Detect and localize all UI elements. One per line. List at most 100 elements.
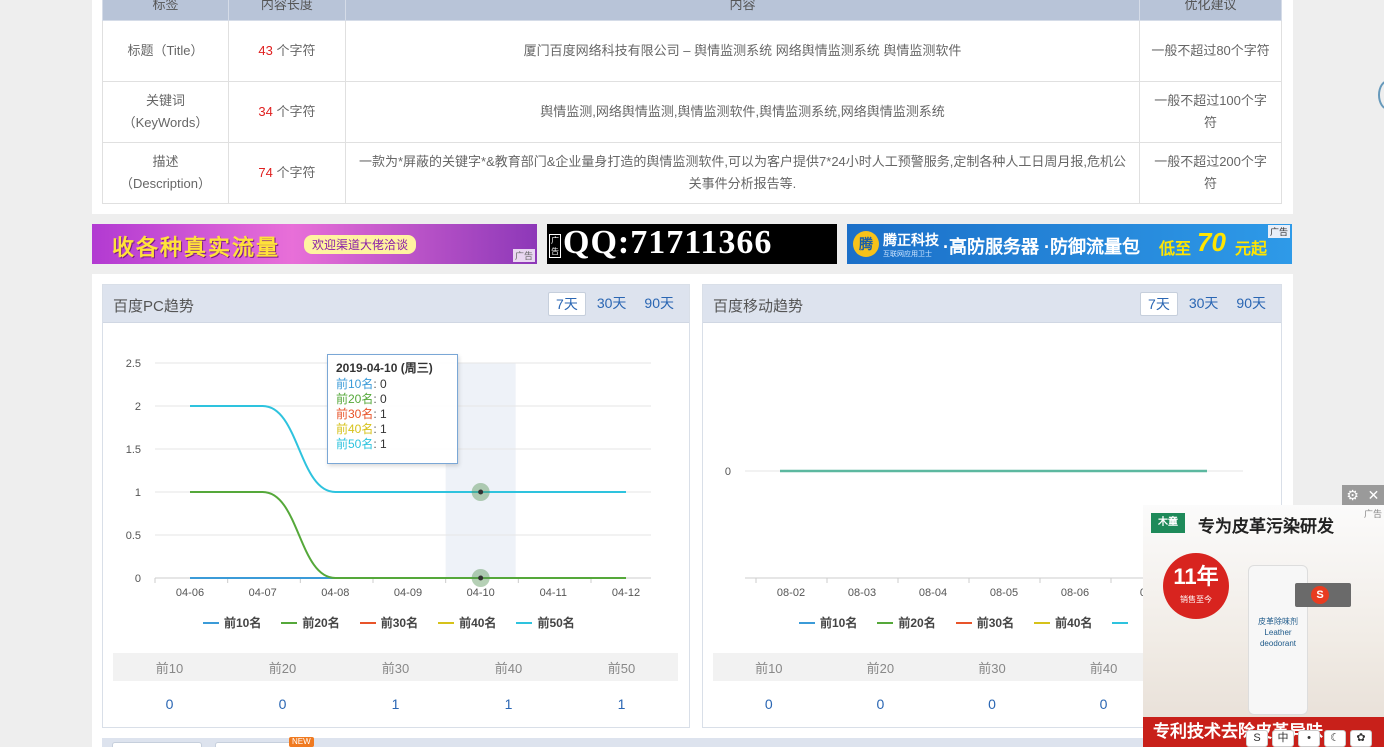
tooltip-series-name: 前20名 (336, 392, 374, 406)
stat-header: 前10 (155, 660, 184, 676)
panel-header: 百度移动趋势 7天 30天 90天 (703, 285, 1281, 323)
tab-30d[interactable]: 30天 (590, 292, 634, 316)
ime-skin-icon[interactable]: ✿ (1350, 730, 1372, 747)
ad-brand: 腾正科技 (883, 232, 939, 248)
tab-30d[interactable]: 30天 (1182, 292, 1226, 316)
row-content: 厦门百度网络科技有限公司 – 舆情监测系统 网络舆情监测系统 舆情监测软件 (344, 20, 1141, 82)
stat-value[interactable]: 0 (936, 696, 1048, 712)
legend-swatch (799, 621, 815, 624)
x-tick-label: 08-06 (1061, 587, 1089, 599)
ime-lang-icon[interactable]: 中 (1272, 730, 1294, 747)
hover-point (478, 575, 484, 581)
range-tabs: 7天 30天 90天 (1140, 292, 1273, 316)
new-badge: NEW (289, 737, 314, 747)
y-tick-label: 0.5 (126, 530, 141, 542)
edge-float-icon[interactable] (1378, 80, 1384, 110)
ime-toolbar[interactable]: S (1295, 583, 1351, 607)
legend-item[interactable]: 前20名 (281, 614, 340, 631)
row-advice: 一般不超过200个字符 (1139, 142, 1282, 204)
th-advice: 优化建议 (1139, 0, 1282, 21)
legend-label: 前50名 (537, 616, 575, 630)
tab-7d[interactable]: 7天 (548, 292, 586, 316)
char-count: 74 (258, 165, 273, 180)
tooltip-series-name: 前10名 (336, 377, 374, 391)
y-tick-label: 1.5 (126, 444, 141, 456)
product-label: 皮革除味剂 Leather deodorant (1258, 617, 1298, 648)
legend-item[interactable]: 前10名 (799, 614, 857, 631)
stat-value[interactable]: 0 (226, 696, 339, 712)
stat-value[interactable]: 0 (825, 696, 937, 712)
ad-banner-qq[interactable]: 广告 QQ:71711366 (547, 224, 837, 264)
legend-swatch (203, 621, 219, 624)
legend-item[interactable]: 前30名 (359, 614, 418, 631)
tooltip-series-value: 1 (380, 422, 387, 436)
stat-value[interactable]: 1 (452, 696, 565, 712)
close-icon[interactable]: ✕ (1363, 485, 1384, 505)
ad-price-prefix: 低至 (1159, 241, 1192, 258)
legend-item[interactable]: 前40名 (1034, 614, 1092, 631)
ad-headline: ·高防服务器 ·防御流量包 (943, 237, 1140, 257)
legend-item[interactable]: 前30名 (955, 614, 1015, 631)
legend-label: 前30名 (976, 616, 1015, 630)
ad-tag: 广告 (1267, 225, 1290, 238)
ad-headline: 收各种真实流量 (112, 235, 281, 260)
next-tab[interactable] (112, 742, 202, 747)
row-length: 34 个字符 (227, 81, 346, 143)
meta-table: 标签 内容长度 内容 优化建议 标题（Title） 43 个字符 厦门百度网络科… (102, 0, 1282, 204)
y-tick-label: 0 (135, 573, 141, 585)
y-tick-label: 2.5 (126, 358, 141, 370)
legend-swatch (955, 621, 972, 624)
x-tick-label: 08-05 (990, 587, 1018, 599)
tooltip-rows: 前10名: 0 前20名: 0 前30名: 1 前40名: 1 前50名: 1 (336, 377, 449, 452)
tooltip-date: 2019-04-10 (周三) (336, 361, 433, 375)
ad-banner-traffic[interactable]: 收各种真实流量 欢迎渠道大佬洽谈 广告 (92, 224, 537, 264)
ad-banner-server[interactable]: 腾 腾正科技 互联网应用卫士 ·高防服务器 ·防御流量包 低至 70 元起 广告 (847, 224, 1292, 264)
x-tick-label: 08-02 (777, 587, 805, 599)
ad-price-unit: 元起 (1235, 241, 1268, 258)
stat-value[interactable]: 1 (339, 696, 452, 712)
char-count: 43 (258, 43, 273, 58)
legend-item[interactable] (1112, 614, 1133, 631)
legend-swatch (359, 621, 376, 624)
stat-value[interactable]: 0 (113, 696, 226, 712)
table-row: 关键词（KeyWords） 34 个字符 舆情监测,网络舆情监测,舆情监测软件,… (102, 81, 1282, 143)
legend-swatch (1112, 621, 1129, 624)
tab-7d[interactable]: 7天 (1140, 292, 1178, 316)
y-tick-label: 2 (135, 401, 141, 413)
row-content: 一款为*屏蔽的关键字*&教育部门&企业量身打造的舆情监测软件,可以为客户提供7*… (344, 142, 1141, 204)
tab-90d[interactable]: 90天 (1229, 292, 1273, 316)
tab-90d[interactable]: 90天 (637, 292, 681, 316)
legend-item[interactable]: 前50名 (516, 614, 575, 631)
row-label: 标题（Title） (102, 20, 229, 82)
tooltip-row: 前40名: 1 (336, 422, 449, 437)
ad-qq-text: QQ:71711366 (563, 224, 773, 261)
stat-header: 前30 (381, 660, 410, 676)
tooltip-row: 前20名: 0 (336, 392, 449, 407)
ime-logo-icon[interactable]: S (1246, 730, 1268, 747)
settings-gear-icon[interactable]: ⚙ (1342, 485, 1363, 505)
stat-header: 前50 (607, 660, 636, 676)
stat-value[interactable]: 0 (713, 696, 825, 712)
legend-label: 前40名 (1055, 616, 1093, 630)
ime-moon-icon[interactable]: ☾ (1324, 730, 1346, 747)
stats-header: 前10 前20 前30 前40 前50 (113, 653, 678, 681)
panel-title: 百度PC趋势 (113, 298, 194, 315)
panel-title: 百度移动趋势 (713, 298, 804, 315)
stats-table: 前10 前20 前30 前40 前50 00111 (113, 653, 678, 727)
chart-legend: 前10名 前20名 前30名 前40名 前50名 (203, 614, 575, 631)
th-label: 标签 (102, 0, 229, 21)
chart-tooltip: 2019-04-10 (周三) 前10名: 0 前20名: 0 前30名: 1 前40… (327, 354, 458, 464)
x-tick-label: 04-06 (176, 587, 204, 599)
legend-item[interactable]: 前20名 (877, 614, 936, 631)
ime-punct-icon[interactable]: • (1298, 730, 1320, 747)
stat-header: 前40 (494, 660, 523, 676)
tooltip-row: 前10名: 0 (336, 377, 449, 392)
tooltip-series-value: 0 (380, 377, 387, 391)
legend-item[interactable]: 前40名 (438, 614, 496, 631)
float-ad[interactable]: 木童 专为皮革污染研发 广告 11年 销售至今 皮革除味剂 Leather de… (1143, 505, 1384, 747)
legend-label: 前40名 (459, 616, 497, 630)
legend-item[interactable]: 前10名 (203, 614, 261, 631)
legend-label: 前10名 (224, 616, 262, 630)
x-tick-label: 04-11 (540, 587, 567, 599)
stat-value[interactable]: 1 (565, 696, 678, 712)
